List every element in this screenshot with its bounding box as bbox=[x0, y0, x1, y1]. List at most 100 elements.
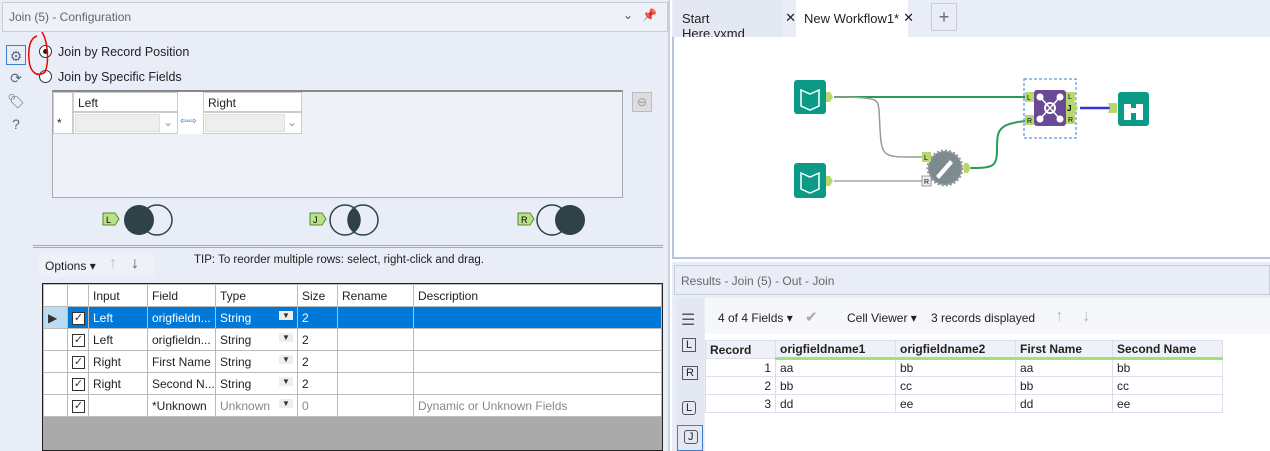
move-up-icon[interactable]: ↑ bbox=[109, 255, 117, 273]
type-dropdown[interactable]: String ▼ bbox=[215, 350, 298, 373]
fields-table-container: Input Field Type Size Rename Description… bbox=[42, 283, 663, 451]
table-row[interactable]: ✓ Right First Name String ▼ 2 bbox=[43, 350, 662, 373]
radio-label-fields: Join by Specific Fields bbox=[58, 70, 182, 84]
tip-text: TIP: To reorder multiple rows: select, r… bbox=[194, 254, 484, 266]
col-description[interactable]: Description bbox=[413, 284, 662, 307]
annotation-icon[interactable]: ⟳ bbox=[6, 68, 26, 88]
panel-title-bar: Join (5) - Configuration ⌄ 📌 bbox=[2, 2, 668, 32]
cell-viewer-dropdown[interactable]: Cell Viewer ▾ bbox=[847, 311, 917, 325]
options-dropdown[interactable]: Options ▾ bbox=[45, 259, 96, 273]
options-toolbar: Options ▾ ↑ ↓ bbox=[39, 253, 154, 277]
select-checkbox[interactable]: ✓ bbox=[72, 400, 85, 413]
svg-text:R: R bbox=[1068, 117, 1073, 124]
remove-row-button[interactable]: ⊖ bbox=[632, 92, 652, 112]
results-row[interactable]: 2 bb cc bb cc bbox=[705, 376, 1223, 395]
input-data-tool-1[interactable] bbox=[794, 80, 833, 114]
red-annotation-circle bbox=[28, 31, 49, 76]
col-rename[interactable]: Rename bbox=[337, 284, 414, 307]
svg-text:R: R bbox=[521, 215, 528, 225]
help-icon[interactable]: ? bbox=[6, 114, 26, 134]
svg-text:L: L bbox=[1027, 95, 1031, 102]
svg-text:R: R bbox=[924, 179, 929, 186]
move-down-icon[interactable]: ↓ bbox=[131, 255, 139, 273]
browse-tool[interactable] bbox=[1108, 92, 1149, 126]
workflow-canvas[interactable]: L R L R L J R bbox=[672, 37, 1270, 259]
svg-text:R: R bbox=[1027, 118, 1032, 125]
col-input[interactable]: Input bbox=[88, 284, 148, 307]
input-data-tool-2[interactable] bbox=[794, 163, 833, 198]
col-size[interactable]: Size bbox=[297, 284, 338, 307]
gear-icon[interactable]: ⚙ bbox=[6, 45, 26, 65]
right-field-dropdown[interactable]: ⌄ bbox=[203, 112, 302, 134]
results-toolbar: 4 of 4 Fields ▾ ✔ Cell Viewer ▾ 3 record… bbox=[705, 298, 1270, 334]
panel-title: Join (5) - Configuration bbox=[9, 10, 132, 24]
table-header: Input Field Type Size Rename Description bbox=[43, 284, 662, 307]
records-displayed: 3 records displayed bbox=[931, 311, 1036, 325]
type-dropdown[interactable]: String ▼ bbox=[215, 372, 298, 395]
right-header: Right bbox=[203, 92, 302, 112]
left-header: Left bbox=[73, 92, 178, 112]
pin-icon[interactable]: 📌 bbox=[642, 8, 657, 22]
col-type[interactable]: Type bbox=[215, 284, 298, 307]
workflow-diagram: L R L R L J R bbox=[794, 78, 1149, 198]
close-icon[interactable]: ✕ bbox=[903, 10, 914, 26]
venn-selectors: L J R bbox=[102, 204, 585, 236]
results-header: Record origfieldname1 origfieldname2 First … bbox=[705, 340, 1223, 360]
type-dropdown[interactable]: String ▼ bbox=[215, 306, 298, 329]
results-sidebar: ☰ L R L J bbox=[676, 298, 704, 451]
left-output-icon[interactable]: L bbox=[682, 401, 697, 415]
results-content: 4 of 4 Fields ▾ ✔ Cell Viewer ▾ 3 record… bbox=[705, 298, 1270, 451]
left-input-icon[interactable]: L bbox=[682, 338, 697, 352]
svg-text:J: J bbox=[313, 215, 318, 225]
results-title: Results - Join (5) - Out - Join bbox=[674, 265, 1270, 295]
tab-start-here[interactable]: Start Here.yxmd ✕ bbox=[674, 0, 796, 41]
fields-table: Input Field Type Size Rename Description… bbox=[43, 284, 662, 417]
select-checkbox[interactable]: ✓ bbox=[72, 312, 85, 325]
apply-check-icon[interactable]: ✔ bbox=[805, 308, 818, 326]
new-tab-button[interactable]: + bbox=[931, 3, 957, 31]
tag-icon[interactable]: 🏷 bbox=[6, 91, 26, 111]
join-fields-grid: Left Right * ⌄ ⇦⇨ ⌄ bbox=[52, 90, 623, 198]
results-panel: Results - Join (5) - Out - Join ☰ L R L … bbox=[672, 262, 1270, 451]
col-field[interactable]: Field bbox=[147, 284, 216, 307]
join-tool[interactable]: L R L J R bbox=[1025, 90, 1078, 126]
results-grid: Record origfieldname1 origfieldname2 First … bbox=[705, 340, 1223, 413]
results-row[interactable]: 3 dd ee dd ee bbox=[705, 394, 1223, 413]
venn-left[interactable]: L bbox=[102, 204, 173, 236]
chevron-down-icon[interactable]: ⌄ bbox=[623, 8, 633, 22]
svg-text:J: J bbox=[1067, 104, 1071, 113]
formula-tool[interactable]: L R bbox=[921, 149, 971, 187]
scroll-up-icon[interactable]: ↑ bbox=[1055, 306, 1064, 326]
table-row[interactable]: ✓ Left origfieldn... String ▼ 2 bbox=[43, 328, 662, 351]
join-output-icon[interactable]: J bbox=[677, 425, 703, 451]
table-row[interactable]: ▶ ✓ Left origfieldn... String ▼ 2 bbox=[43, 306, 662, 329]
results-row[interactable]: 1 aa bb aa bb bbox=[705, 358, 1223, 377]
swap-arrows-icon[interactable]: ⇦⇨ bbox=[180, 116, 197, 127]
close-icon[interactable]: ✕ bbox=[785, 10, 796, 26]
svg-text:L: L bbox=[924, 155, 928, 162]
type-dropdown[interactable]: String ▼ bbox=[215, 328, 298, 351]
splitter[interactable] bbox=[33, 245, 663, 248]
row-selector-icon[interactable]: ▶ bbox=[43, 306, 68, 329]
table-row[interactable]: ✓ Right Second N... String ▼ 2 bbox=[43, 372, 662, 395]
left-field-dropdown[interactable]: ⌄ bbox=[73, 112, 178, 134]
tab-new-workflow[interactable]: New Workflow1* ✕ bbox=[796, 0, 914, 37]
svg-text:L: L bbox=[1068, 94, 1072, 101]
fields-dropdown[interactable]: 4 of 4 Fields ▾ bbox=[718, 311, 793, 325]
select-checkbox[interactable]: ✓ bbox=[72, 356, 85, 369]
select-checkbox[interactable]: ✓ bbox=[72, 378, 85, 391]
connection-line bbox=[833, 96, 923, 158]
tab-bar: Start Here.yxmd ✕ New Workflow1* ✕ + bbox=[672, 0, 1270, 41]
new-row-marker: * bbox=[57, 116, 62, 130]
all-records-icon[interactable]: ☰ bbox=[681, 310, 695, 330]
venn-right[interactable]: R bbox=[517, 204, 585, 236]
svg-text:L: L bbox=[106, 215, 111, 225]
venn-join[interactable]: J bbox=[309, 204, 379, 236]
select-checkbox[interactable]: ✓ bbox=[72, 334, 85, 347]
type-dropdown[interactable]: Unknown ▼ bbox=[215, 394, 298, 417]
scroll-down-icon[interactable]: ↓ bbox=[1082, 306, 1091, 326]
table-row[interactable]: ✓ *Unknown Unknown ▼ 0 Dynamic or Unknown Fie… bbox=[43, 394, 662, 417]
configuration-panel: Join (5) - Configuration ⌄ 📌 ⚙ ⟳ 🏷 ? Joi… bbox=[0, 0, 670, 451]
right-input-icon[interactable]: R bbox=[682, 366, 698, 380]
radio-label-position: Join by Record Position bbox=[58, 45, 190, 59]
